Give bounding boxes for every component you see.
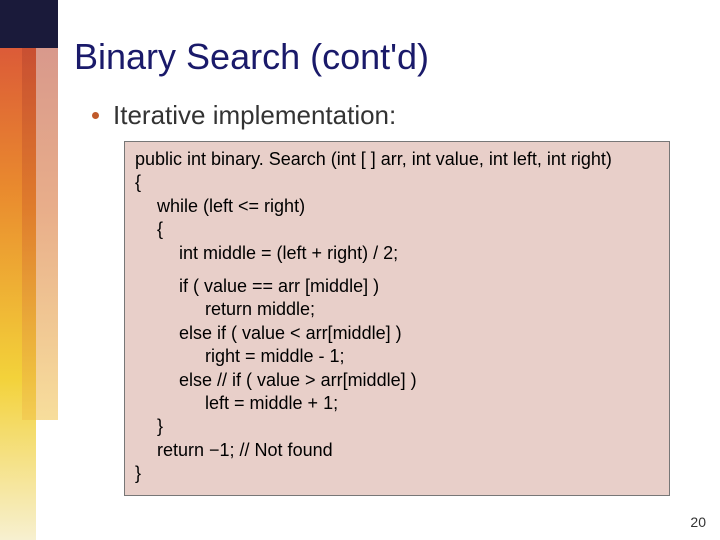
code-line: if ( value == arr [middle] )	[135, 275, 659, 298]
code-line: public int binary. Search (int [ ] arr, …	[135, 148, 659, 171]
code-line: return middle;	[135, 298, 659, 321]
code-line: else if ( value < arr[middle] )	[135, 322, 659, 345]
code-line: return −1; // Not found	[135, 439, 659, 462]
code-line: while (left <= right)	[135, 195, 659, 218]
code-line: left = middle + 1;	[135, 392, 659, 415]
code-block: public int binary. Search (int [ ] arr, …	[124, 141, 670, 496]
bullet-item: Iterative implementation:	[92, 100, 680, 131]
slide-title: Binary Search (cont'd)	[74, 36, 680, 78]
code-line: else // if ( value > arr[middle] )	[135, 369, 659, 392]
code-line: right = middle - 1;	[135, 345, 659, 368]
page-number: 20	[690, 514, 706, 530]
bullet-icon	[92, 112, 99, 119]
code-line: {	[135, 171, 659, 194]
code-line: {	[135, 218, 659, 241]
slide-content: Binary Search (cont'd) Iterative impleme…	[0, 0, 720, 496]
code-line: }	[135, 415, 659, 438]
code-line: }	[135, 462, 659, 485]
bullet-text: Iterative implementation:	[113, 100, 396, 131]
code-line: int middle = (left + right) / 2;	[135, 242, 659, 265]
